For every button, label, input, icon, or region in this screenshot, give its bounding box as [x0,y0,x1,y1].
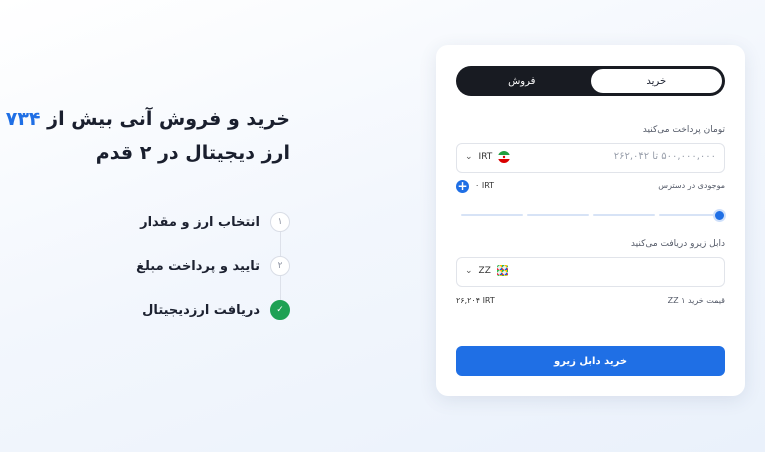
receive-currency-code: ZZ [478,265,491,276]
pay-amount-placeholder[interactable]: ۵۰۰,۰۰۰,۰۰۰ تا ۲۶۲,۰۴۲ [614,151,716,162]
price-label: قیمت خرید ۱ ZZ [667,296,725,305]
slider-segment [461,214,523,216]
step-3: ✓ دریافت ارزدیجیتال [136,288,290,332]
slider-thumb[interactable] [713,209,726,222]
balance-value: ۰ IRT [475,181,495,190]
hero-title-line1: خرید و فروش آنی بیش از ۷۳۴ [0,102,290,136]
step-1: ۱ انتخاب ارز و مقدار [136,200,290,244]
chevron-down-icon: ⌄ [465,265,473,276]
hero-title-line2: ارز دیجیتال در ۲ قدم [95,142,290,164]
price-value: ۲۶,۲۰۴ IRT [456,296,495,305]
step-label: تایید و پرداخت مبلغ [136,258,260,274]
receive-amount-field[interactable]: ⌄ ZZ [456,257,725,287]
slider-segment [593,214,655,216]
step-number: ۱ [270,212,290,232]
plus-icon[interactable]: + [456,180,469,193]
balance-row: + ۰ IRT موجودی در دسترس [456,180,725,194]
hero-title-count: ۷۳۴ [5,108,41,130]
steps-list: ۱ انتخاب ارز و مقدار ۲ تایید و پرداخت مب… [136,200,290,332]
tab-buy[interactable]: خرید [590,69,722,93]
receive-currency-select[interactable]: ⌄ ZZ [465,265,508,276]
tab-sell[interactable]: فروش [456,66,588,96]
step-label: دریافت ارزدیجیتال [142,302,260,318]
hero-title-prefix: خرید و فروش آنی بیش از [40,108,290,130]
pay-currency-code: IRT [478,152,493,162]
receive-label: دابل زیرو دریافت می‌کنید [630,239,725,249]
trade-tabs: خرید فروش [456,66,725,96]
hero-title: خرید و فروش آنی بیش از ۷۳۴ ارز دیجیتال د… [0,102,290,170]
pay-label: تومان پرداخت می‌کنید [642,125,725,135]
step-number: ۲ [270,256,290,276]
buy-submit-button[interactable]: خرید دابل زیرو [456,346,725,376]
slider-segment [527,214,589,216]
step-label: انتخاب ارز و مقدار [140,214,260,230]
check-icon: ✓ [270,300,290,320]
amount-slider[interactable] [461,209,726,222]
step-2: ۲ تایید و پرداخت مبلغ [136,244,290,288]
slider-segment [659,214,721,216]
iran-flag-icon [498,151,511,163]
zz-token-icon [496,265,508,276]
chevron-down-icon: ⌄ [465,152,473,162]
balance-label: موجودی در دسترس [658,181,725,190]
pay-amount-field[interactable]: ۵۰۰,۰۰۰,۰۰۰ تا ۲۶۲,۰۴۲ ⌄ IRT [456,143,725,173]
pay-currency-select[interactable]: ⌄ IRT [465,151,511,163]
trade-card: خرید فروش تومان پرداخت می‌کنید ۵۰۰,۰۰۰,۰… [436,45,745,396]
